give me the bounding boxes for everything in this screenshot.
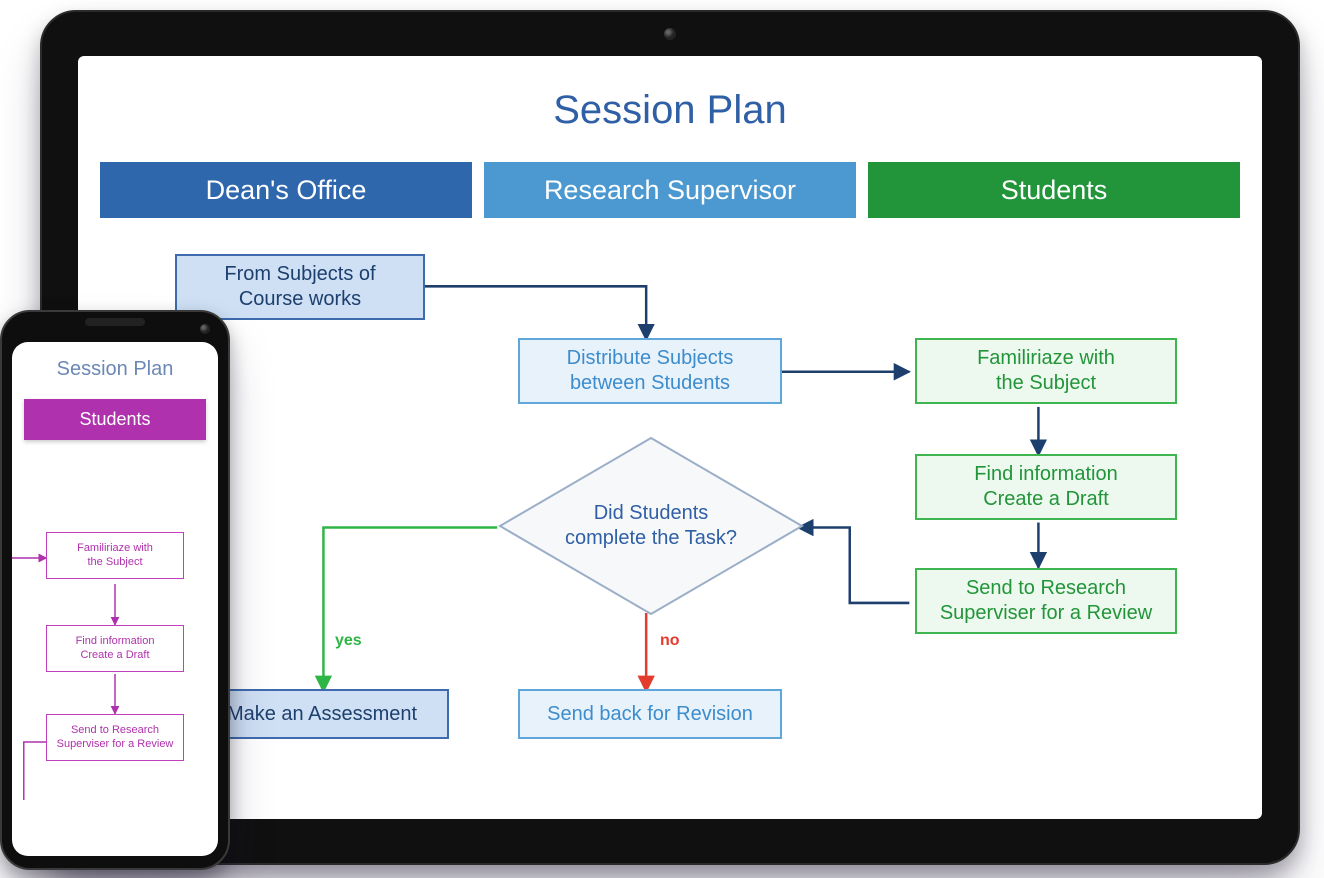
node-distribute-subjects: Distribute Subjectsbetween Students — [518, 338, 782, 404]
node-send-back-revision: Send back for Revision — [518, 689, 782, 739]
node-find-information: Find informationCreate a Draft — [915, 454, 1177, 520]
phone-node-find-information: Find informationCreate a Draft — [46, 625, 184, 672]
edge-label-no: no — [660, 632, 680, 650]
phone-screen: Session Plan Students Familiriaze withth… — [12, 342, 218, 856]
node-from-subjects: From Subjects ofCourse works — [175, 254, 425, 320]
phone-flowchart-canvas: Familiriaze withthe Subject Find informa… — [12, 470, 218, 820]
decision-text: Did Studentscomplete the Task? — [565, 501, 737, 551]
tablet-screen: Session Plan Dean's Office Research Supe… — [78, 56, 1262, 819]
lane-students: Students — [868, 162, 1240, 218]
node-decision: Did Studentscomplete the Task? — [498, 436, 804, 616]
node-familiarize: Familiriaze withthe Subject — [915, 338, 1177, 404]
phone-diagram-title: Session Plan — [12, 358, 218, 381]
phone-node-send-for-review: Send to ResearchSuperviser for a Review — [46, 714, 184, 761]
phone-speaker-icon — [85, 318, 145, 326]
edge-label-yes: yes — [335, 632, 362, 650]
diagram-title: Session Plan — [78, 88, 1262, 133]
phone-device-frame: Session Plan Students Familiriaze withth… — [0, 310, 230, 870]
swimlane-headers: Dean's Office Research Supervisor Studen… — [100, 162, 1240, 218]
phone-camera-icon — [200, 324, 210, 334]
node-send-for-review: Send to ResearchSuperviser for a Review — [915, 568, 1177, 634]
phone-node-familiarize: Familiriaze withthe Subject — [46, 532, 184, 579]
tablet-camera-icon — [664, 28, 676, 40]
phone-lane-students: Students — [24, 399, 206, 440]
lane-dean: Dean's Office — [100, 162, 472, 218]
node-make-assessment: Make an Assessment — [195, 689, 449, 739]
lane-supervisor: Research Supervisor — [484, 162, 856, 218]
flowchart-canvas: From Subjects ofCourse works Distribute … — [100, 226, 1240, 809]
